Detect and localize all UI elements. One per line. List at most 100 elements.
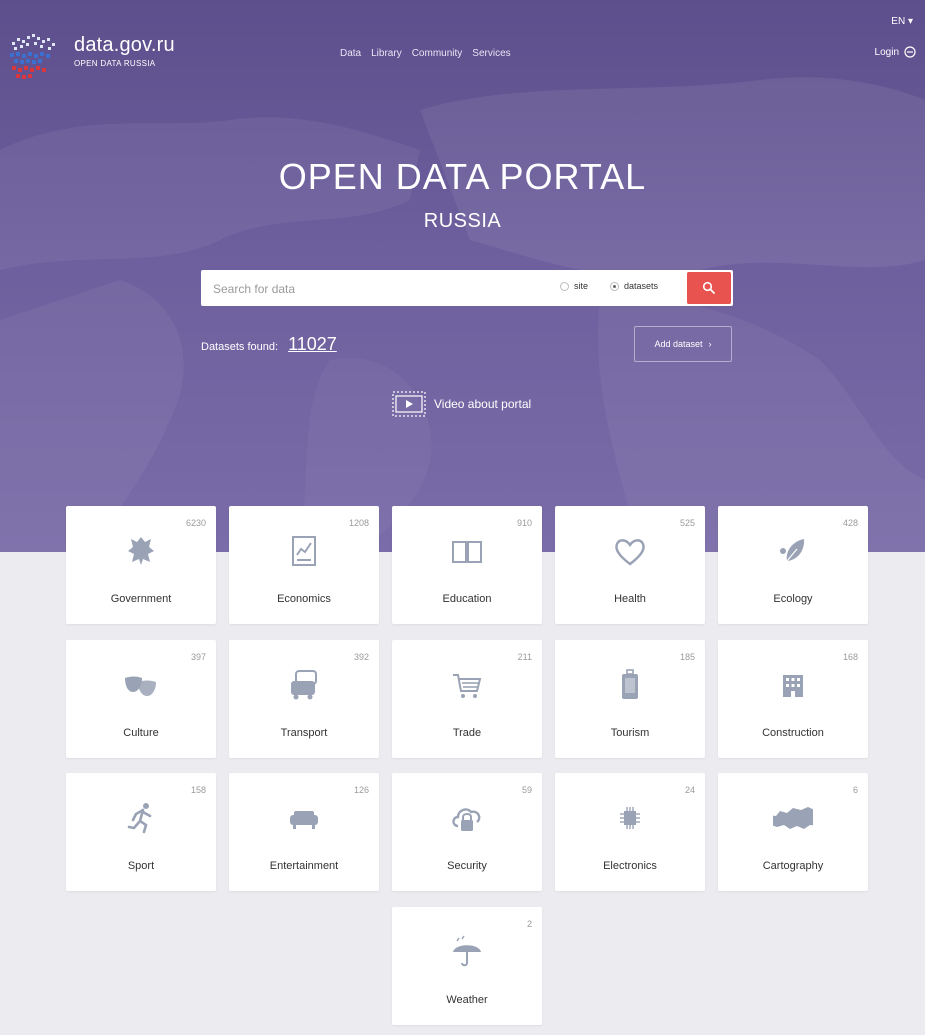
category-card-security[interactable]: 59 Security: [392, 773, 542, 891]
category-card-culture[interactable]: 397 Culture: [66, 640, 216, 758]
chevron-right-icon: ›: [708, 339, 712, 349]
page-title: OPEN DATA PORTAL: [278, 156, 647, 197]
category-label: Government: [110, 593, 172, 605]
nav-data[interactable]: Data: [340, 48, 361, 59]
category-count: 1208: [348, 518, 369, 528]
page-subtitle: RUSSIA: [423, 210, 502, 232]
category-count: 428: [842, 518, 858, 528]
category-count: 24: [684, 785, 695, 795]
category-card-sport[interactable]: 158 Sport: [66, 773, 216, 891]
category-card-tourism[interactable]: 185 Tourism: [555, 640, 705, 758]
russia-map-icon: [773, 807, 813, 829]
category-card-electronics[interactable]: 24 Electronics: [555, 773, 705, 891]
category-count: 59: [521, 785, 532, 795]
category-count: 2: [526, 919, 532, 929]
category-label: Transport: [280, 727, 328, 739]
category-card-trade[interactable]: 211 Trade: [392, 640, 542, 758]
chip-icon: [620, 807, 640, 829]
radio-site-button[interactable]: [560, 281, 569, 291]
category-label: Ecology: [773, 593, 813, 605]
category-label: Tourism: [610, 727, 650, 739]
category-label: Sport: [127, 860, 155, 872]
category-count: 397: [190, 652, 206, 662]
brand-name: data.gov.ru: [74, 34, 175, 56]
datasets-found-label: Datasets found:: [201, 341, 279, 353]
search-bar: site datasets: [201, 270, 733, 308]
category-label: Health: [614, 593, 646, 605]
theater-masks-icon: [125, 676, 156, 696]
leaf-icon: [780, 539, 805, 562]
radio-datasets-button[interactable]: [610, 281, 619, 291]
login-link[interactable]: Login: [875, 46, 917, 58]
umbrella-icon: [453, 935, 481, 967]
category-count: 392: [353, 652, 369, 662]
radio-datasets[interactable]: datasets: [610, 281, 658, 291]
video-link-label: Video about portal: [434, 397, 532, 411]
video-play-icon: [392, 391, 426, 417]
nav-library[interactable]: Library: [371, 48, 402, 59]
login-label: Login: [874, 46, 899, 58]
coat-of-arms-icon: [128, 537, 154, 565]
hero-banner: data.gov.ru OPEN DATA RUSSIA Data Librar…: [0, 0, 925, 552]
category-card-transport[interactable]: 392 Transport: [229, 640, 379, 758]
category-label: Culture: [123, 727, 159, 739]
category-card-government[interactable]: 6230 Government: [66, 506, 216, 624]
category-count: 910: [516, 518, 532, 528]
search-icon: [702, 281, 715, 294]
chevron-down-icon: ▾: [907, 16, 913, 27]
cars-icon: [291, 670, 317, 700]
category-count: 6230: [185, 518, 206, 528]
radio-datasets-label: datasets: [624, 281, 659, 291]
category-card-education[interactable]: 910 Education: [392, 506, 542, 624]
suitcase-icon: [622, 669, 638, 699]
category-card-economics[interactable]: 1208 Economics: [229, 506, 379, 624]
sofa-icon: [290, 811, 318, 829]
category-card-health[interactable]: 525 Health: [555, 506, 705, 624]
radio-site[interactable]: site: [560, 281, 588, 291]
category-count: 211: [517, 652, 532, 662]
category-label: Construction: [762, 727, 824, 739]
main-nav: Data Library Community Services: [340, 48, 511, 59]
cloud-lock-icon: [452, 808, 481, 831]
category-count: 185: [679, 652, 695, 662]
category-label: Trade: [452, 727, 482, 739]
shopping-cart-icon: [453, 674, 482, 698]
heart-icon: [615, 539, 645, 566]
nav-community[interactable]: Community: [412, 48, 463, 59]
category-count: 168: [842, 652, 858, 662]
language-label: EN: [891, 16, 906, 27]
add-dataset-label: Add dataset: [654, 339, 703, 349]
brand[interactable]: data.gov.ru OPEN DATA RUSSIA: [74, 34, 175, 68]
category-count: 126: [353, 785, 369, 795]
category-card-cartography[interactable]: 6 Cartography: [718, 773, 868, 891]
search-input[interactable]: [211, 270, 545, 308]
category-label: Security: [447, 860, 487, 872]
video-link[interactable]: Video about portal: [392, 391, 531, 417]
datasets-found: Datasets found: 11027: [201, 334, 337, 355]
site-logo-icon[interactable]: [8, 28, 60, 88]
category-count: 6: [852, 785, 858, 795]
book-icon: [452, 541, 482, 563]
building-icon: [783, 675, 803, 697]
nav-services[interactable]: Services: [472, 48, 510, 59]
category-label: Economics: [277, 593, 331, 605]
category-label: Electronics: [603, 860, 657, 872]
brand-subtitle: OPEN DATA RUSSIA: [74, 59, 156, 68]
add-dataset-button[interactable]: Add dataset ›: [634, 326, 732, 362]
category-card-weather[interactable]: 2 Weather: [392, 907, 542, 1025]
category-label: Education: [442, 593, 492, 605]
category-card-ecology[interactable]: 428 Ecology: [718, 506, 868, 624]
radio-site-label: site: [574, 281, 589, 291]
key-icon: [904, 46, 916, 58]
category-card-construction[interactable]: 168 Construction: [718, 640, 868, 758]
category-card-entertainment[interactable]: 126 Entertainment: [229, 773, 379, 891]
category-label: Cartography: [762, 860, 824, 872]
category-count: 158: [190, 785, 206, 795]
category-label: Entertainment: [269, 860, 339, 872]
runner-icon: [127, 803, 152, 834]
category-count: 525: [679, 518, 695, 528]
search-button[interactable]: [687, 272, 731, 304]
chart-board-icon: [292, 536, 316, 566]
language-selector[interactable]: EN ▾: [891, 16, 913, 27]
datasets-found-count[interactable]: 11027: [288, 334, 337, 355]
